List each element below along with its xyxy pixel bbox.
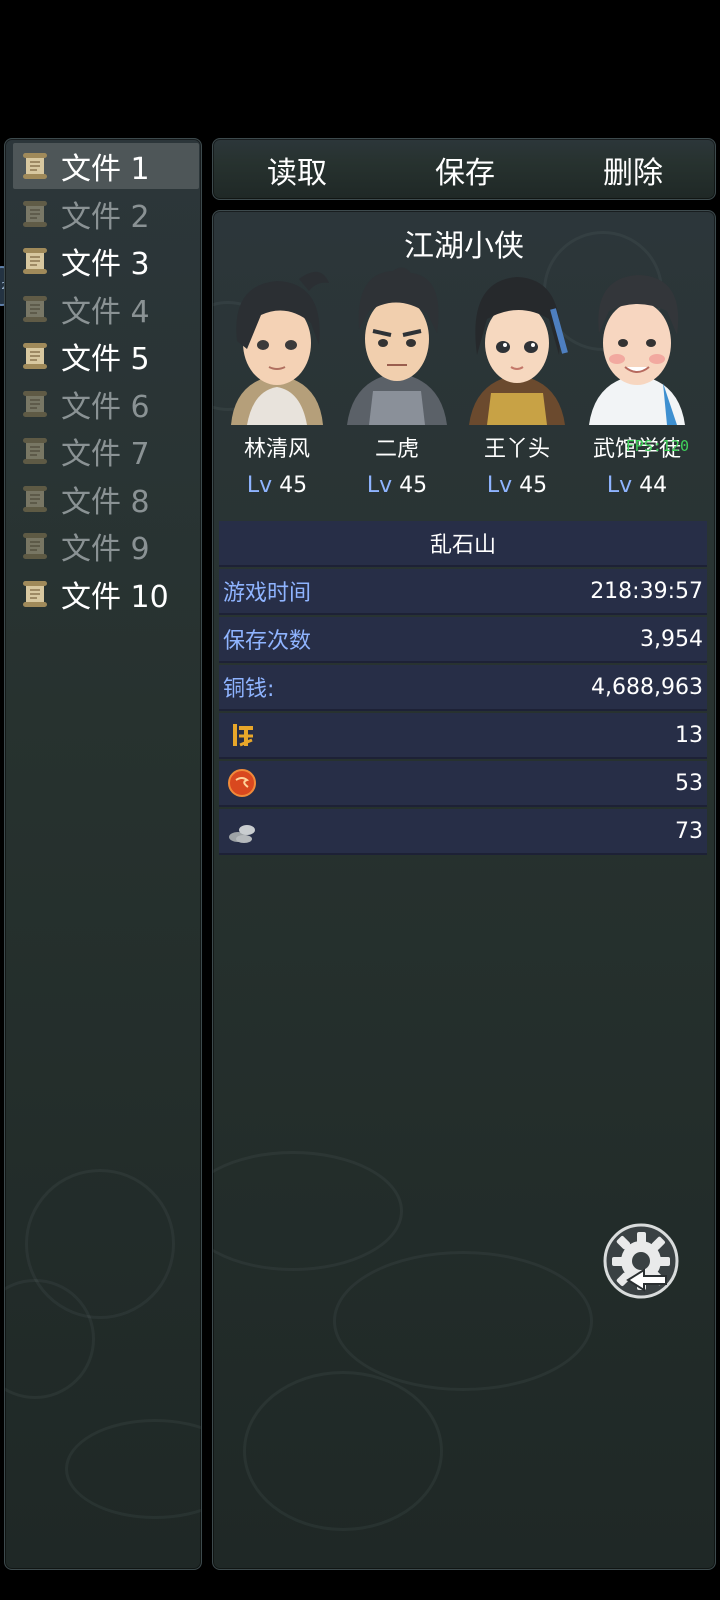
background-swirl xyxy=(333,1251,593,1391)
scroll-icon xyxy=(23,533,47,559)
location-row: 乱石山 xyxy=(219,521,707,567)
stat-value: 4,688,963 xyxy=(591,674,703,700)
background-swirl xyxy=(213,1151,403,1271)
level-value: 45 xyxy=(279,473,308,498)
save-title: 江湖小侠 xyxy=(404,229,524,264)
scroll-icon xyxy=(23,295,47,322)
item-count: 13 xyxy=(675,722,703,748)
level-prefix: Lv xyxy=(606,473,633,498)
stat-value: 3,954 xyxy=(640,626,703,652)
scroll-icon xyxy=(23,153,47,179)
file-slot-5[interactable]: 文件 5 xyxy=(13,333,199,379)
save-detail-panel: 江湖小侠 林清风 二虎 王丫头 武馆学徒 Lv 45 Lv 45 Lv 45 L… xyxy=(212,210,716,1570)
character-level: Lv 45 xyxy=(337,473,457,498)
level-value: 45 xyxy=(519,473,548,498)
file-slot-2[interactable]: 文件 2 xyxy=(13,191,199,237)
item-row-xia-token: 13 xyxy=(219,713,707,759)
portrait-lin-qingfeng xyxy=(217,263,337,425)
location-name: 乱石山 xyxy=(429,533,496,558)
item-count: 53 xyxy=(675,770,703,796)
level-prefix: Lv xyxy=(486,473,513,498)
stat-value: 218:39:57 xyxy=(590,578,703,604)
save-file-sidebar: 文件 1 文件 2 文件 3 文件 4 文件 5 文件 6 文件 7 文件 8 … xyxy=(4,138,202,1570)
file-label: 文件 9 xyxy=(61,532,150,567)
background-swirl xyxy=(243,1371,443,1531)
level-prefix: Lv xyxy=(246,473,273,498)
portrait-er-hu xyxy=(337,263,457,425)
portrait-wang-yatou xyxy=(457,263,577,425)
file-slot-9[interactable]: 文件 9 xyxy=(13,523,199,569)
file-slot-4[interactable]: 文件 4 xyxy=(13,286,199,332)
stat-label: 保存次数 xyxy=(223,629,312,654)
load-button[interactable]: 读取 xyxy=(213,139,381,199)
background-swirl xyxy=(65,1419,201,1519)
stat-row-copper: 铜钱: 4,688,963 xyxy=(219,665,707,711)
file-label: 文件 8 xyxy=(61,484,150,520)
file-slot-10[interactable]: 文件 10 xyxy=(13,571,199,617)
file-label: 文件 2 xyxy=(61,199,150,235)
file-slot-8[interactable]: 文件 8 xyxy=(13,476,199,522)
scroll-icon xyxy=(23,485,47,512)
file-slot-1[interactable]: 文件 1 xyxy=(13,143,199,189)
save-button[interactable]: 保存 xyxy=(381,139,549,199)
file-label: 文件 6 xyxy=(61,389,150,425)
scroll-icon xyxy=(23,343,47,369)
gear-back-icon xyxy=(603,1223,679,1299)
character-level: Lv 45 xyxy=(457,473,577,498)
file-label: 文件 5 xyxy=(61,342,150,377)
scroll-icon xyxy=(23,390,47,417)
character-level: Lv 44 xyxy=(577,473,697,498)
file-label: 文件 3 xyxy=(61,247,150,282)
file-slot-7[interactable]: 文件 7 xyxy=(13,428,199,474)
file-slot-3[interactable]: 文件 3 xyxy=(13,238,199,284)
scroll-icon xyxy=(23,248,47,274)
file-label: 文件 7 xyxy=(61,437,150,472)
portrait-wuguan-xuetu xyxy=(577,263,697,425)
settings-back-button[interactable] xyxy=(600,1220,682,1302)
file-label: 文件 1 xyxy=(61,152,150,187)
level-prefix: Lv xyxy=(366,473,393,498)
file-label: 文件 4 xyxy=(61,294,150,330)
action-bar: 读取 保存 删除 xyxy=(212,138,716,200)
fps-counter: FPS:120 xyxy=(625,437,689,455)
level-value: 45 xyxy=(399,473,428,498)
stat-row-save-count: 保存次数 3,954 xyxy=(219,617,707,663)
scroll-icon xyxy=(23,200,47,227)
stat-label: 游戏时间 xyxy=(223,581,312,606)
silver-ingot-icon xyxy=(229,825,255,843)
file-slot-6[interactable]: 文件 6 xyxy=(13,381,199,427)
xia-token-icon xyxy=(233,724,253,747)
item-count: 73 xyxy=(675,818,703,844)
character-name: 林清风 xyxy=(243,437,310,462)
item-row-silver-ingot: 73 xyxy=(219,809,707,855)
scroll-icon xyxy=(23,580,47,607)
stat-label: 铜钱: xyxy=(223,677,275,702)
character-name: 王丫头 xyxy=(483,437,550,462)
item-row-red-orb: 53 xyxy=(219,761,707,807)
stat-row-playtime: 游戏时间 218:39:57 xyxy=(219,569,707,615)
red-orb-icon xyxy=(228,769,256,797)
character-level: Lv 45 xyxy=(217,473,337,498)
level-value: 44 xyxy=(639,473,668,498)
file-label: 文件 10 xyxy=(61,579,169,615)
delete-button[interactable]: 删除 xyxy=(549,139,715,199)
scroll-icon xyxy=(23,438,47,464)
character-name: 二虎 xyxy=(374,437,419,462)
